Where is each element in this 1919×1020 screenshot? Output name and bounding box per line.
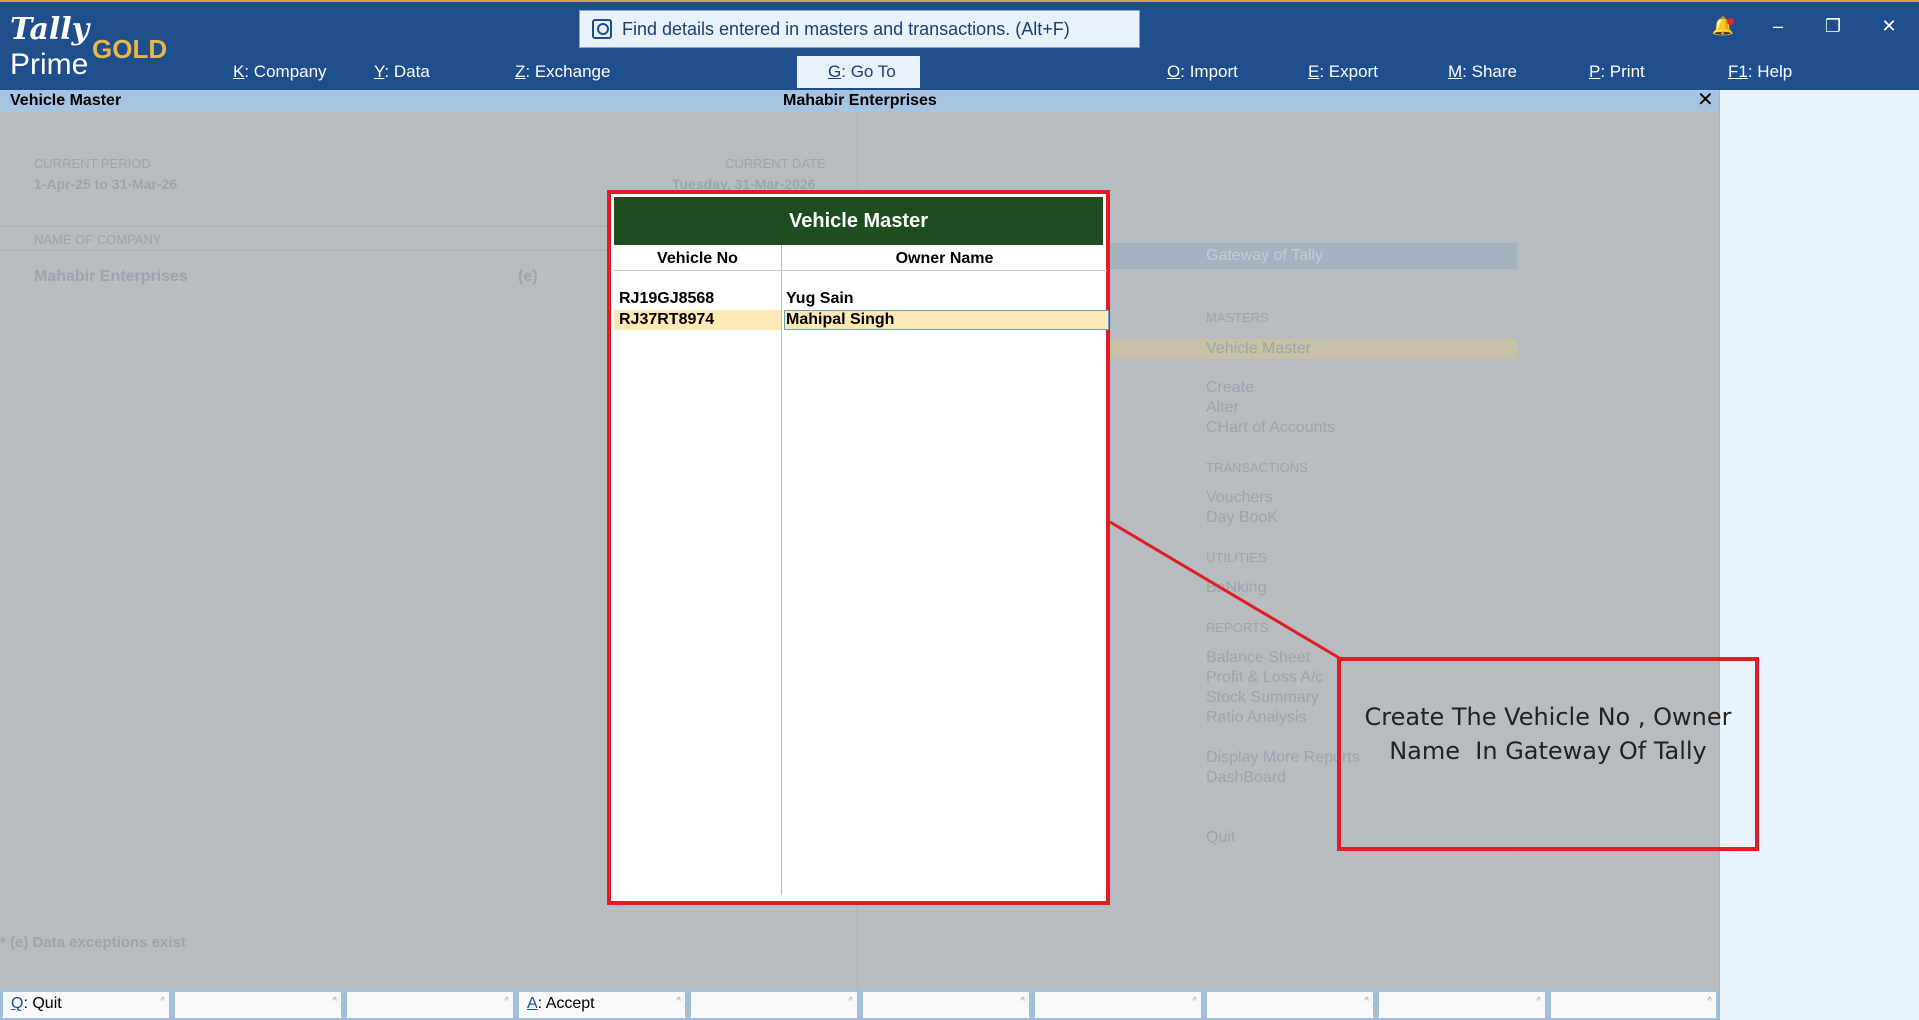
footer-label: Quit xyxy=(32,995,62,1012)
annotation-line-2: Name In Gateway Of Tally xyxy=(1389,737,1707,765)
caret-icon: ^ xyxy=(332,996,337,1007)
footer-slot[interactable]: ^ xyxy=(1207,992,1373,1018)
caret-icon: ^ xyxy=(160,996,165,1007)
footer-key: A xyxy=(527,995,538,1012)
callout-connector xyxy=(1109,520,1342,661)
caret-icon: ^ xyxy=(1536,996,1541,1007)
footer-slot[interactable]: ^ xyxy=(863,992,1029,1018)
accept-button[interactable]: A: Accept ^ xyxy=(519,992,685,1018)
caret-icon: ^ xyxy=(1707,996,1712,1007)
footer-slot[interactable]: ^ xyxy=(1551,992,1716,1018)
footer-slot[interactable]: ^ xyxy=(691,992,857,1018)
footer-slot[interactable]: ^ xyxy=(1035,992,1201,1018)
footer-bar: Q: Quit ^ ^ ^ A: Accept ^ ^ ^ ^ ^ ^ ^ xyxy=(0,990,1719,1020)
annotation-box: Create The Vehicle No , Owner Name In Ga… xyxy=(1337,657,1759,851)
caret-icon: ^ xyxy=(1192,996,1197,1007)
caret-icon: ^ xyxy=(1364,996,1369,1007)
caret-icon: ^ xyxy=(848,996,853,1007)
footer-slot[interactable]: ^ xyxy=(347,992,513,1018)
annotation-text: Create The Vehicle No , Owner Name In Ga… xyxy=(1365,700,1732,768)
footer-key: Q xyxy=(11,995,24,1012)
callout-line xyxy=(1109,520,1342,661)
caret-icon: ^ xyxy=(676,996,681,1007)
caret-icon: ^ xyxy=(1020,996,1025,1007)
annotation-line-1: Create The Vehicle No , Owner xyxy=(1364,703,1732,731)
caret-icon: ^ xyxy=(504,996,509,1007)
footer-label: Accept xyxy=(545,995,595,1012)
footer-slot[interactable]: ^ xyxy=(175,992,341,1018)
footer-slot[interactable]: ^ xyxy=(1379,992,1545,1018)
quit-button[interactable]: Q: Quit ^ xyxy=(3,992,169,1018)
